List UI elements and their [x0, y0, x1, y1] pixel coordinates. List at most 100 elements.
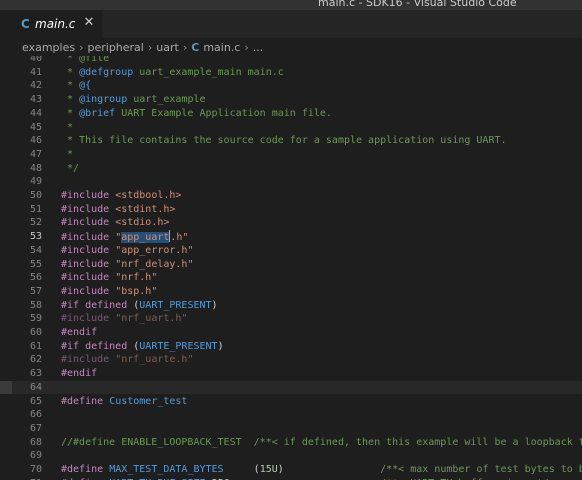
line-number: 40: [29, 56, 42, 64]
code-token: "bsp.h": [109, 285, 158, 297]
tab-bar: C main.c ✕: [0, 10, 582, 38]
breadcrumb-item-symbols[interactable]: ...: [253, 41, 264, 54]
code-token: (: [127, 299, 140, 311]
code-text: #include <stdbool.h>: [61, 189, 181, 203]
code-line[interactable]: 65 #define Customer_test: [0, 395, 582, 409]
code-text: #define Customer_test: [61, 395, 187, 409]
code-token: *: [61, 80, 80, 92]
code-line[interactable]: 69: [0, 449, 582, 463]
c-file-icon: C: [191, 40, 200, 54]
breadcrumb-item-peripheral[interactable]: peripheral: [87, 41, 143, 54]
line-number: 67: [29, 422, 42, 434]
code-line[interactable]: 56 #include "nrf.h": [0, 271, 582, 285]
line-number: 59: [29, 313, 42, 325]
code-line[interactable]: 55 #include "nrf_delay.h": [0, 258, 582, 272]
line-number: 46: [29, 135, 42, 147]
code-token: #endif: [61, 368, 98, 380]
code-token: @brief: [79, 107, 116, 119]
code-line[interactable]: 49: [0, 175, 582, 189]
code-text: */: [61, 162, 79, 176]
code-line[interactable]: 64: [0, 380, 582, 395]
code-token: #include: [61, 354, 110, 366]
code-token: */: [61, 162, 80, 174]
current-line-marker: [0, 380, 12, 395]
tab-main-c[interactable]: C main.c ✕: [0, 10, 102, 38]
code-text: * @defgroup uart_example_main main.c: [61, 66, 284, 80]
code-line[interactable]: 58 #if defined (UART_PRESENT): [0, 299, 582, 313]
code-token: UART Example Application main file.: [115, 107, 332, 119]
code-token: (: [127, 340, 140, 352]
code-token: #include: [61, 203, 110, 215]
line-number: 63: [29, 368, 42, 380]
code-line[interactable]: 45 *: [0, 121, 582, 135]
code-line[interactable]: 63 #endif: [0, 367, 582, 381]
code-line[interactable]: 43 * @ingroup uart_example: [0, 93, 582, 107]
tab-label: main.c: [35, 17, 76, 31]
code-token: <stdint.h>: [109, 203, 176, 215]
code-token: @ingroup: [79, 94, 128, 106]
window-title: main.c - SDK16 - Visual Studio Code: [318, 0, 517, 9]
code-line[interactable]: 48 */: [0, 162, 582, 176]
code-line[interactable]: 61 #if defined (UARTE_PRESENT): [0, 340, 582, 354]
code-token: ): [277, 464, 381, 475]
code-text: #if defined (UARTE_PRESENT): [61, 340, 224, 354]
line-number: 52: [29, 217, 42, 229]
code-text: #include "nrf.h": [61, 271, 157, 285]
code-text: //#define ENABLE_LOOPBACK_TEST /**< if d…: [61, 436, 582, 450]
code-token: *: [61, 107, 80, 119]
code-token: "nrf_delay.h": [109, 258, 194, 270]
code-line[interactable]: 62 #include "nrf_uarte.h": [0, 353, 582, 367]
code-token: MAX_TEST_DATA_BYTES: [109, 464, 224, 475]
code-token: #include: [61, 217, 110, 229]
line-number: 57: [29, 285, 42, 297]
code-line[interactable]: 47 *: [0, 148, 582, 162]
breadcrumb-item-main-c[interactable]: main.c: [203, 41, 240, 54]
code-line[interactable]: 66: [0, 408, 582, 422]
code-token: *: [61, 56, 80, 64]
code-text: *: [61, 148, 73, 162]
code-line[interactable]: 70 #define MAX_TEST_DATA_BYTES (15U) /**<…: [0, 463, 582, 477]
line-number: 58: [29, 299, 42, 311]
code-line[interactable]: 52 #include <stdio.h>: [0, 216, 582, 230]
breadcrumb: examples › peripheral › uart › C main.c …: [0, 38, 582, 56]
line-number: 49: [29, 176, 42, 188]
code-line[interactable]: 53 #include "app_uart.h": [0, 230, 582, 244]
breadcrumb-item-examples[interactable]: examples: [22, 41, 75, 54]
code-token: * This file contains the source code for…: [61, 135, 507, 147]
code-line[interactable]: 46 * This file contains the source code …: [0, 134, 582, 148]
line-number: 64: [29, 381, 42, 393]
line-number: 50: [29, 190, 42, 201]
breadcrumb-item-uart[interactable]: uart: [156, 41, 179, 54]
code-editor[interactable]: 40 * @file 41 * @defgroup uart_example_ma…: [0, 56, 582, 480]
code-line[interactable]: 40 * @file: [0, 56, 582, 66]
close-icon[interactable]: ✕: [83, 16, 95, 29]
code-text: * @file: [61, 56, 109, 66]
code-token: <stdio.h>: [109, 217, 170, 229]
code-token: #include: [61, 313, 110, 325]
code-line[interactable]: 41 * @defgroup uart_example_main main.c: [0, 66, 582, 80]
code-line[interactable]: 68 //#define ENABLE_LOOPBACK_TEST /**< if…: [0, 436, 582, 450]
code-line[interactable]: 42 * @{: [0, 79, 582, 93]
line-number: 56: [29, 272, 42, 284]
code-line[interactable]: 50 #include <stdbool.h>: [0, 189, 582, 203]
line-number: 66: [29, 409, 42, 421]
code-token: defined: [79, 299, 128, 311]
code-line[interactable]: 59 #include "nrf_uart.h": [0, 312, 582, 326]
code-token: #include: [61, 285, 110, 297]
code-token: #include: [61, 190, 110, 201]
code-line[interactable]: 44 * @brief UART Example Application mai…: [0, 107, 582, 121]
code-text: #include "nrf_uart.h": [61, 312, 187, 326]
code-line[interactable]: 60 #endif: [0, 326, 582, 340]
code-line[interactable]: 51 #include <stdint.h>: [0, 203, 582, 217]
code-token: ": [109, 232, 122, 244]
title-bar: main.c - SDK16 - Visual Studio Code: [0, 0, 582, 10]
code-line[interactable]: 54 #include "app_error.h": [0, 244, 582, 258]
code-line[interactable]: 57 #include "bsp.h": [0, 285, 582, 299]
code-text: #include "nrf_delay.h": [61, 258, 193, 272]
code-token: #endif: [61, 327, 98, 338]
code-text: #include <stdio.h>: [61, 216, 169, 230]
line-number: 69: [29, 450, 42, 462]
code-token: *: [61, 148, 74, 160]
code-token: ): [217, 340, 224, 352]
code-line[interactable]: 67: [0, 422, 582, 436]
